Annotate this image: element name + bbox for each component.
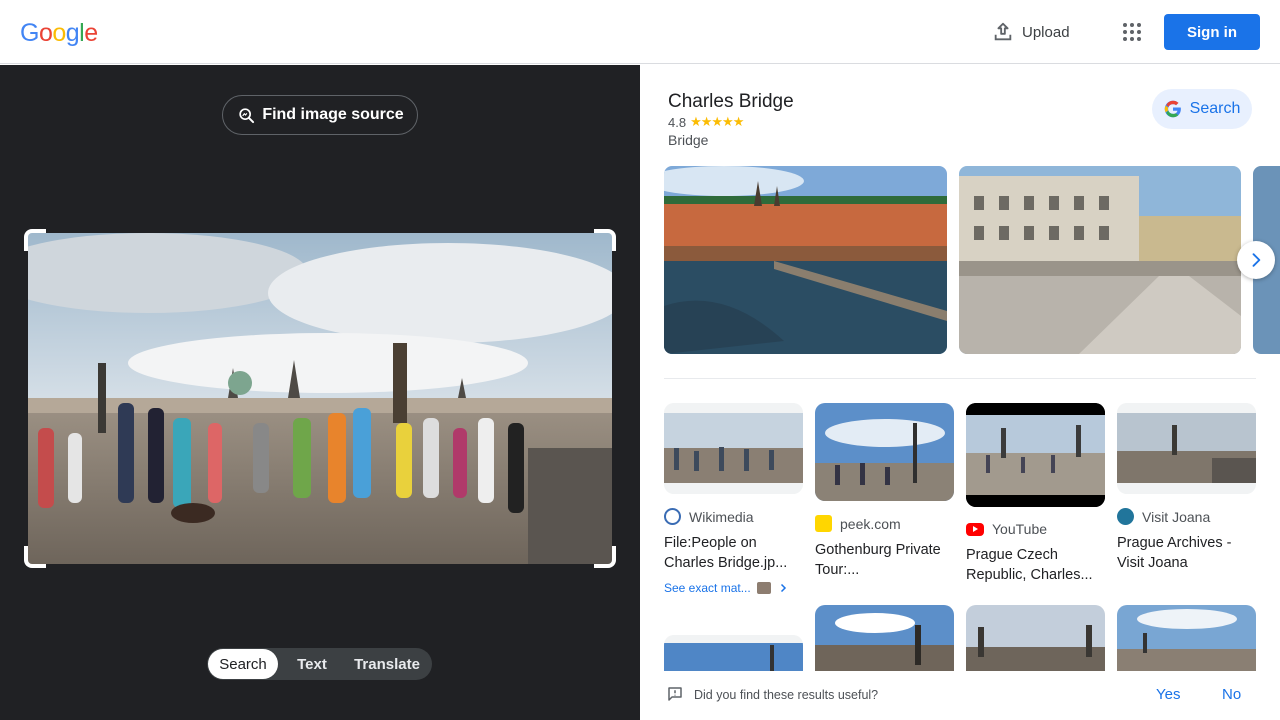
google-g-icon [1164,100,1181,118]
result-source: Visit Joana [1117,508,1256,525]
source-name: peek.com [840,515,901,532]
mode-translate-tab[interactable]: Translate [346,649,428,679]
visual-match-card[interactable]: YouTube Prague Czech Republic, Charles..… [966,403,1105,585]
exact-matches-label: See exact mat... [664,581,751,595]
result-source: Wikimedia [664,508,803,525]
upload-label: Upload [1022,23,1070,41]
visual-match-card[interactable] [664,635,803,671]
logo-letter: g [65,19,80,47]
entity-image[interactable] [664,166,947,354]
entity-rating: 4.8 ★★★★★ [668,114,744,130]
entity-type: Bridge [668,132,709,148]
chevron-right-icon [780,583,786,593]
find-image-source-button[interactable]: Find image source [222,95,418,135]
youtube-icon [966,522,984,536]
image-search-icon [239,108,255,124]
rating-value: 4.8 [668,114,687,130]
result-source: peek.com [815,515,954,532]
result-thumbnail[interactable] [966,605,1105,671]
visual-match-card[interactable]: Wikimedia File:People on Charles Bridge.… [664,403,803,595]
result-source: YouTube [966,521,1105,537]
entity-title: Charles Bridge [668,91,794,112]
feedback-question: Did you find these results useful? [694,688,879,702]
crop-handle-top-left[interactable] [24,229,46,251]
entity-search-button[interactable]: Search [1152,89,1252,129]
result-thumbnail[interactable] [1117,403,1256,494]
entity-search-label: Search [1189,100,1241,117]
carousel-next-button[interactable] [1237,241,1275,279]
query-image [28,233,612,564]
crop-handle-bottom-left[interactable] [24,546,46,568]
logo-letter: o [52,19,66,47]
source-name: Visit Joana [1142,508,1211,525]
wordpress-icon [1117,508,1134,525]
apps-grid-icon[interactable] [1120,20,1144,44]
sign-in-button[interactable]: Sign in [1164,14,1260,50]
wikimedia-icon [664,508,681,525]
entity-image[interactable] [959,166,1241,354]
see-exact-matches-link[interactable]: See exact mat... [664,581,803,595]
upload-icon [994,22,1012,41]
result-title[interactable]: File:People on Charles Bridge.jp... [664,533,803,573]
crop-selection[interactable] [24,229,616,568]
result-title[interactable]: Prague Archives - Visit Joana [1117,533,1256,573]
result-thumbnail[interactable] [664,403,803,494]
logo-letter: e [84,19,98,47]
visual-match-card[interactable]: Visit Joana Prague Archives - Visit Joan… [1117,403,1256,573]
crop-handle-top-right[interactable] [594,229,616,251]
feedback-bar: Did you find these results useful? Yes N… [640,671,1280,720]
visual-match-card[interactable] [815,605,954,671]
feedback-icon [668,687,682,701]
result-thumbnail[interactable] [815,605,954,671]
mode-text-tab[interactable]: Text [278,649,346,679]
mode-search-tab[interactable]: Search [208,649,278,679]
result-title[interactable]: Gothenburg Private Tour:... [815,540,954,580]
result-thumbnail[interactable] [966,403,1105,507]
result-thumbnail[interactable] [664,635,803,671]
lens-image-panel: Find image source Search Text Translate [0,65,640,720]
visual-match-card[interactable] [966,605,1105,671]
visual-match-card[interactable]: peek.com Gothenburg Private Tour:... [815,403,954,580]
source-name: Wikimedia [689,508,754,525]
feedback-no-button[interactable]: No [1222,686,1241,703]
feedback-yes-button[interactable]: Yes [1156,686,1180,703]
visual-match-card[interactable] [1117,605,1256,671]
crop-handle-bottom-right[interactable] [594,546,616,568]
source-name: YouTube [992,521,1048,537]
find-source-label: Find image source [262,106,404,123]
result-thumbnail[interactable] [1117,605,1256,671]
logo-letter: G [20,19,39,47]
result-thumbnail[interactable] [815,403,954,501]
lens-mode-switcher: Search Text Translate [207,648,432,680]
top-bar: Google Upload Sign in [0,0,1280,64]
exact-match-thumbnail [756,582,771,594]
result-title[interactable]: Prague Czech Republic, Charles... [966,545,1105,585]
google-logo[interactable]: Google [20,18,98,48]
divider [664,378,1256,379]
logo-letter: o [38,19,53,47]
chevron-right-icon [1252,253,1261,267]
results-panel: Charles Bridge 4.8 ★★★★★ Bridge Search W… [640,65,1280,720]
upload-button[interactable]: Upload [992,20,1070,44]
peek-icon [815,515,832,532]
rating-stars: ★★★★★ [690,114,744,129]
